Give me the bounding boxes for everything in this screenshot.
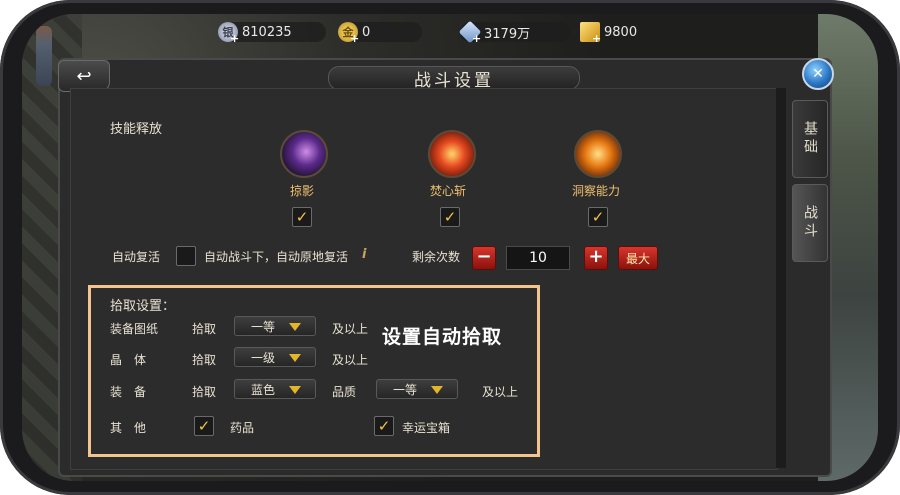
add-icon: + [230, 32, 240, 45]
currency-value: 3179万 [484, 26, 531, 42]
skill-label: 洞察能力 [572, 184, 621, 198]
close-icon: ✕ [812, 66, 824, 82]
currency-value: 9800 [604, 24, 638, 40]
currency-gold[interactable]: 金 + 0 [338, 22, 422, 45]
close-button[interactable]: ✕ [802, 58, 834, 90]
increase-button[interactable]: + [584, 246, 608, 270]
add-icon: + [592, 32, 602, 45]
add-icon: + [472, 32, 482, 45]
skill-luoying-icon [280, 130, 328, 178]
back-arrow-icon: ↩ [76, 65, 92, 87]
skill-luoying-checkbox[interactable]: ✓ [292, 207, 312, 227]
plus-icon: + [588, 246, 604, 267]
skill-label: 掠影 [290, 184, 315, 198]
auto-revive-description: 自动战斗下，自动原地复活 [204, 250, 349, 264]
skill-fenxinzhan-icon [428, 130, 476, 178]
tab-battle[interactable]: 战斗 [792, 184, 828, 262]
currency-gold-ingot[interactable]: + 9800 [580, 22, 680, 45]
auto-revive-label: 自动复活 [112, 250, 161, 264]
skills-section-label: 技能释放 [110, 122, 163, 137]
currency-silver[interactable]: 银 + 810235 [218, 22, 326, 45]
phone-frame: 银 + 810235 金 + 0 + 3179万 + 9800 ↩ 战斗设置 ✕… [0, 0, 900, 495]
info-icon[interactable]: i [362, 247, 376, 263]
dialog-title: 战斗设置 [328, 66, 580, 91]
currency-diamond[interactable]: + 3179万 [458, 20, 570, 45]
scrollbar[interactable] [776, 88, 786, 468]
remaining-count-label: 剩余次数 [412, 250, 461, 264]
auto-pickup-callout: 设置自动拾取 [382, 326, 503, 348]
currency-value: 0 [362, 24, 371, 40]
tab-basic[interactable]: 基础 [792, 100, 828, 178]
add-icon: + [350, 32, 360, 45]
auto-revive-checkbox[interactable]: ✓ [176, 246, 196, 266]
player-character[interactable] [36, 26, 52, 86]
skill-dongcha-icon [574, 130, 622, 178]
skill-label: 焚心斩 [430, 184, 467, 198]
skill-dongcha-checkbox[interactable]: ✓ [588, 207, 608, 227]
max-button[interactable]: 最大 [618, 246, 658, 270]
revive-count-field[interactable]: 10 [506, 246, 570, 270]
decrease-button[interactable]: − [472, 246, 496, 270]
skill-fenxinzhan-checkbox[interactable]: ✓ [440, 207, 460, 227]
minus-icon: − [476, 246, 492, 267]
currency-value: 810235 [242, 24, 292, 40]
pickup-highlight-box [88, 285, 540, 457]
